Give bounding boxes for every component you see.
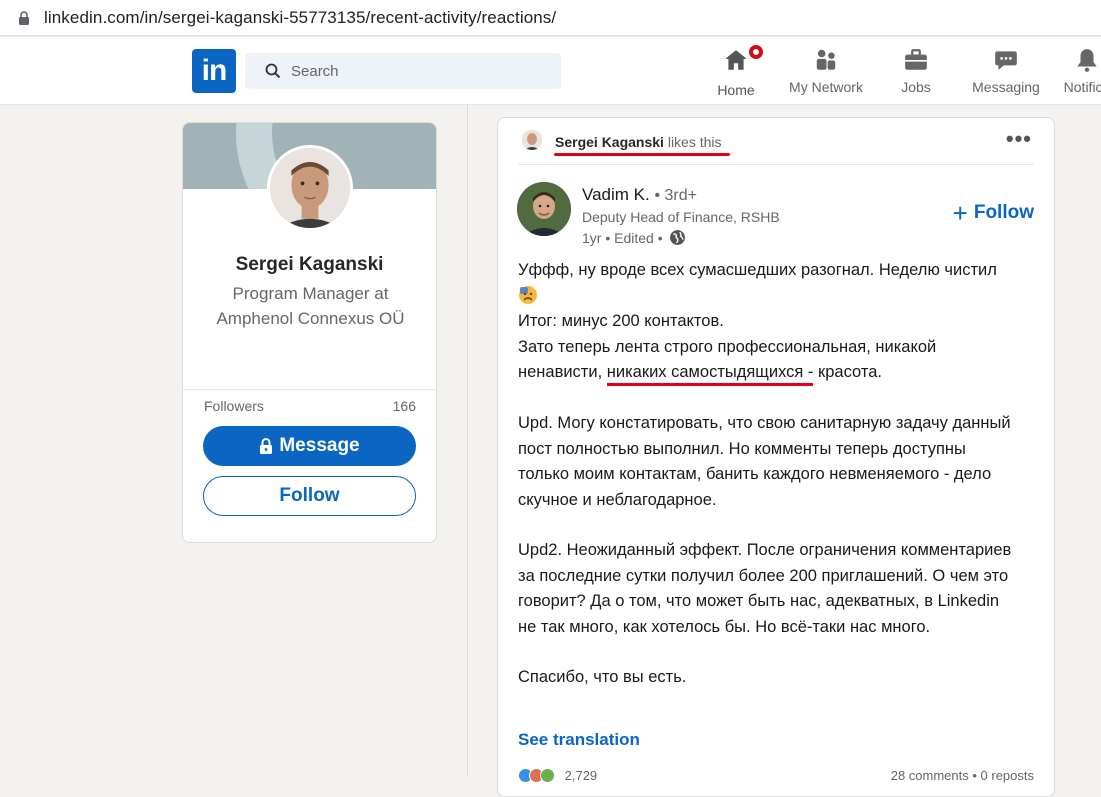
follow-author-button[interactable]: + Follow: [952, 198, 1034, 228]
activity-header: Sergei Kaganski likes this: [555, 134, 722, 150]
jobs-icon: [905, 49, 927, 70]
divider: [183, 389, 436, 390]
nav-messaging[interactable]: Messaging: [966, 45, 1046, 103]
post-line: [518, 284, 1018, 310]
followers-count: 166: [392, 398, 416, 414]
follow-button[interactable]: Follow: [203, 476, 416, 516]
activity-action: likes this: [667, 134, 722, 150]
profile-card: Sergei Kaganski Program Manager at Amphe…: [182, 122, 437, 543]
post-paragraph: Upd2. Неожиданный эффект. После ограниче…: [518, 541, 1012, 636]
nav-my-network-label: My Network: [789, 79, 863, 95]
author-name[interactable]: Vadim K.: [582, 185, 650, 204]
follow-author-label: Follow: [973, 202, 1034, 223]
post-line: Зато теперь лента строго профессиональна…: [518, 337, 937, 356]
linkedin-logo[interactable]: in: [192, 49, 236, 93]
message-button-label: Message: [279, 435, 360, 456]
nav-jobs[interactable]: Jobs: [893, 45, 939, 103]
profile-avatar[interactable]: [267, 145, 353, 231]
search-input[interactable]: [289, 61, 549, 81]
see-translation-link[interactable]: See translation: [518, 730, 640, 750]
author-title: Deputy Head of Finance, RSHB: [582, 209, 780, 225]
followers-label: Followers: [204, 398, 264, 414]
url-text[interactable]: linkedin.com/in/sergei-kaganski-55773135…: [44, 8, 556, 28]
post-time: 1yr • Edited •: [582, 229, 663, 246]
red-annotation-underline: [554, 153, 730, 156]
globe-icon: [669, 230, 685, 245]
lock-icon: [19, 10, 29, 25]
nav-notifications[interactable]: Notifica: [1052, 45, 1101, 103]
post-card: Sergei Kaganski likes this ••• Vadim K. …: [497, 117, 1055, 797]
post-line: Уффф, ну вроде всех сумасшедших разогнал…: [518, 261, 997, 279]
author-name-line: Vadim K. • 3rd+: [582, 185, 697, 205]
search-box[interactable]: [245, 53, 561, 89]
activity-avatar[interactable]: [522, 130, 542, 150]
post-meta: 1yr • Edited •: [582, 229, 686, 246]
post-line: Итог: минус 200 контактов.: [518, 312, 724, 330]
nav-my-network[interactable]: My Network: [783, 45, 869, 103]
divider: [518, 164, 1034, 165]
profile-name[interactable]: Sergei Kaganski: [183, 254, 436, 276]
search-icon: [265, 63, 281, 79]
browser-address-bar[interactable]: linkedin.com/in/sergei-kaganski-55773135…: [0, 0, 1101, 36]
messaging-icon: [995, 51, 1017, 70]
connection-degree: • 3rd+: [654, 187, 697, 204]
nav-home[interactable]: Home: [713, 43, 765, 103]
profile-headline: Program Manager at Amphenol Connexus OÜ: [216, 284, 405, 328]
notifications-icon: [1077, 49, 1097, 72]
lock-icon: [260, 438, 273, 454]
nav-home-label: Home: [717, 82, 755, 98]
post-line: ненависти, никаких самостыдящихся - крас…: [518, 360, 1018, 386]
plus-icon: +: [952, 198, 968, 228]
notification-badge: [747, 43, 765, 61]
more-options-icon[interactable]: •••: [1006, 128, 1032, 150]
post-paragraph: Upd. Могу констатировать, что свою санит…: [518, 414, 1011, 509]
nav-notifications-label: Notifica: [1063, 79, 1101, 95]
top-navigation: in Home My Network Jobs: [0, 37, 1101, 105]
post-body: Уффф, ну вроде всех сумасшедших разогнал…: [518, 258, 1018, 691]
network-icon: [816, 49, 836, 70]
feed-divider: [467, 105, 468, 776]
nav-jobs-label: Jobs: [901, 79, 931, 95]
sad-face-emoji-icon: [519, 285, 537, 304]
home-icon: [725, 50, 747, 70]
nav-messaging-label: Messaging: [972, 79, 1040, 95]
highlighted-phrase: никаких самостыдящихся -: [606, 362, 814, 386]
message-button[interactable]: Message: [203, 426, 416, 466]
activity-actor[interactable]: Sergei Kaganski: [555, 134, 664, 150]
author-avatar[interactable]: [517, 182, 571, 236]
post-paragraph: Спасибо, что вы есть.: [518, 668, 687, 686]
